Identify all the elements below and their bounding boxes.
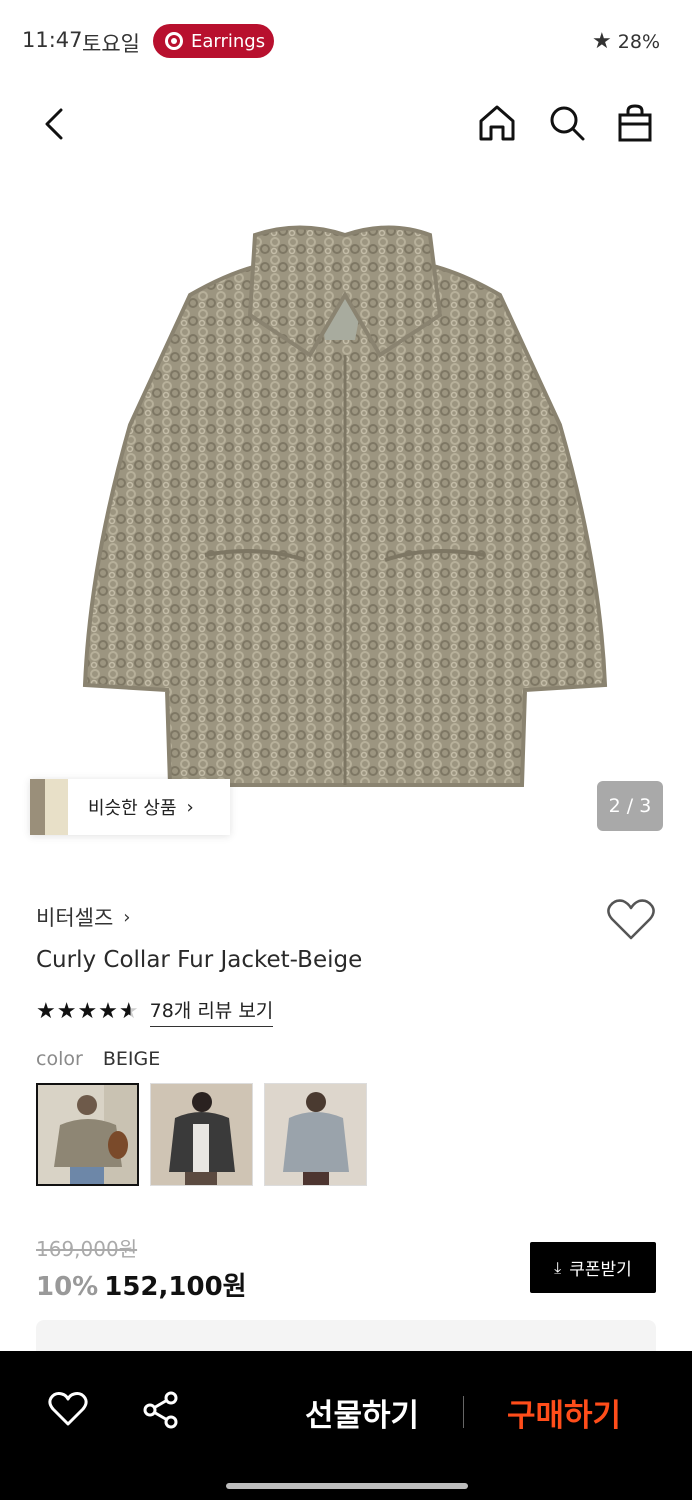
status-bar: 11:47 토요일 Earrings ★ 28% <box>0 0 692 84</box>
bag-button[interactable] <box>612 100 658 146</box>
bottom-action-bar: 선물하기 구매하기 <box>0 1351 692 1500</box>
heart-icon <box>48 1392 88 1426</box>
beige-jacket-thumbnail <box>38 1085 137 1184</box>
rating-stars: ★★★★★ <box>36 999 140 1024</box>
gift-button[interactable]: 선물하기 <box>305 1390 419 1435</box>
shopping-bag-icon <box>618 104 652 142</box>
home-indicator[interactable] <box>226 1483 468 1489</box>
home-button[interactable] <box>474 100 520 146</box>
swatch-gray[interactable] <box>264 1083 367 1186</box>
discount-rate: 10% <box>36 1272 99 1302</box>
buy-button[interactable]: 구매하기 <box>507 1390 621 1435</box>
search-button[interactable] <box>544 100 590 146</box>
charcoal-jacket-thumbnail <box>151 1084 252 1185</box>
top-nav <box>0 90 692 160</box>
color-value: BEIGE <box>102 1048 161 1070</box>
battery-level: 28% <box>617 30 660 53</box>
fur-jacket-image <box>82 225 608 787</box>
similar-label: 비슷한 상품 <box>88 798 177 819</box>
price-row: 10% 152,100원 <box>36 1266 247 1303</box>
color-swatches <box>36 1083 367 1186</box>
bottom-wishlist-button[interactable] <box>48 1391 88 1431</box>
back-button[interactable] <box>34 102 74 146</box>
chevron-right-icon: › <box>186 796 194 818</box>
brand-name: 비터셀즈 <box>36 906 114 930</box>
coupon-button[interactable]: ⤓ 쿠폰받기 <box>530 1242 656 1293</box>
swatch-beige[interactable] <box>36 1083 139 1186</box>
original-price: 169,000원 <box>36 1237 138 1261</box>
status-time: 11:47 <box>22 28 83 52</box>
button-divider <box>463 1396 464 1428</box>
home-icon <box>479 105 515 141</box>
chevron-left-icon <box>45 108 63 140</box>
sale-price: 152,100원 <box>104 1272 247 1302</box>
wishlist-button[interactable] <box>606 898 656 946</box>
rating-row: ★★★★★ 78개 리뷰 보기 <box>36 996 274 1027</box>
battery-status: ★ 28% <box>592 29 660 54</box>
status-day: 토요일 <box>82 32 140 56</box>
color-label: color <box>36 1048 83 1070</box>
brand-link[interactable]: 비터셀즈 › <box>36 902 130 932</box>
reviews-link[interactable]: 78개 리뷰 보기 <box>149 996 274 1027</box>
product-image[interactable] <box>0 165 692 865</box>
product-title: Curly Collar Fur Jacket-Beige <box>36 947 363 973</box>
download-icon: ⤓ <box>554 1257 562 1277</box>
image-page-indicator: 2 / 3 <box>597 781 663 831</box>
star-icon: ★ <box>592 29 612 54</box>
swatch-charcoal[interactable] <box>150 1083 253 1186</box>
similar-product-thumbnail <box>30 779 68 835</box>
similar-products-button[interactable]: 비슷한 상품 › <box>30 779 230 835</box>
target-icon <box>165 32 183 50</box>
notification-label: Earrings <box>191 30 266 52</box>
share-button[interactable] <box>142 1391 180 1433</box>
share-icon <box>143 1391 178 1429</box>
chevron-right-icon: › <box>123 906 131 928</box>
color-row: color BEIGE <box>36 1048 160 1070</box>
gray-jacket-thumbnail <box>265 1084 366 1185</box>
heart-icon <box>607 899 655 940</box>
notification-pill[interactable]: Earrings <box>153 24 274 58</box>
search-icon <box>550 106 585 141</box>
coupon-label: 쿠폰받기 <box>569 1260 632 1280</box>
